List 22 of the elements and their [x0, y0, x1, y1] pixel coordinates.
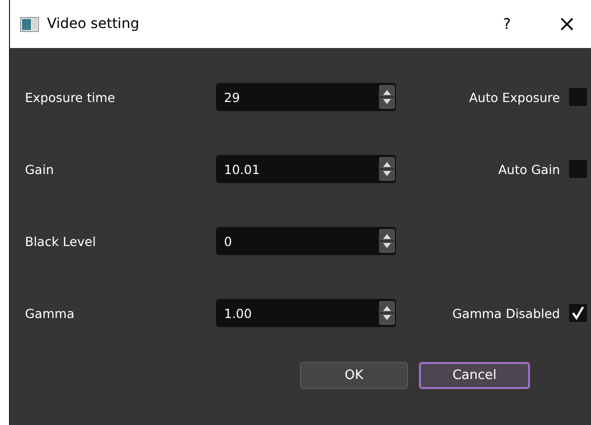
- field-label: Gamma: [25, 306, 76, 320]
- number-field[interactable]: 0: [216, 227, 378, 255]
- dialog-button[interactable]: OK: [300, 362, 408, 389]
- dialog-button[interactable]: Cancel: [419, 362, 530, 389]
- spin-arrows-icon[interactable]: [378, 155, 396, 183]
- field-label: Gain: [25, 162, 55, 176]
- close-button[interactable]: ×: [547, 12, 587, 36]
- help-button[interactable]: ?: [497, 15, 517, 33]
- spin-arrows-icon[interactable]: [378, 299, 396, 327]
- checkbox-label: Gamma Disabled: [452, 306, 560, 320]
- number-field[interactable]: 10.01: [216, 155, 378, 183]
- number-field[interactable]: 1.00: [216, 299, 378, 327]
- window-icon: [20, 16, 39, 32]
- spin-arrows-icon[interactable]: [378, 227, 396, 255]
- number-field[interactable]: 29: [216, 83, 378, 111]
- field-label: Exposure time: [25, 90, 116, 104]
- window-title: Video setting: [47, 16, 140, 32]
- checkbox-label: Auto Gain: [498, 162, 560, 176]
- field-label: Black Level: [25, 234, 97, 248]
- checkbox[interactable]: [569, 304, 587, 322]
- spin-arrows-icon[interactable]: [378, 83, 396, 111]
- checkbox-label: Auto Exposure: [469, 90, 560, 104]
